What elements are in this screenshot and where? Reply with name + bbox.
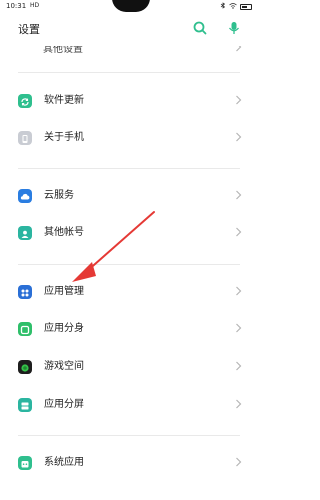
search-icon[interactable] — [192, 20, 208, 36]
app-grid-icon — [18, 285, 32, 299]
chevron-right-icon — [235, 132, 242, 142]
settings-item-system-apps[interactable]: 系统应用 — [0, 446, 258, 484]
chevron-right-icon — [235, 95, 242, 105]
chevron-right-icon — [235, 46, 242, 52]
settings-item-label: 系统应用 — [44, 457, 84, 468]
status-bar: 10:31 HD — [0, 0, 258, 12]
settings-item-label: 软件更新 — [44, 95, 84, 106]
settings-item-label: 应用管理 — [44, 286, 84, 297]
chevron-right-icon — [235, 190, 242, 200]
chevron-right-icon — [235, 286, 242, 296]
settings-item-label: 游戏空间 — [44, 361, 84, 372]
settings-item-other-accounts[interactable]: 其他帐号 — [0, 216, 258, 254]
phone-info-icon — [18, 131, 32, 145]
status-time: 10:31 — [6, 2, 27, 10]
network-indicator: HD — [30, 2, 40, 9]
settings-item-cloud-service[interactable]: 云服务 — [0, 179, 258, 217]
section-divider — [18, 264, 240, 265]
battery-icon — [240, 3, 252, 10]
split-screen-icon — [18, 398, 32, 412]
settings-item-split-screen[interactable]: 应用分屏 — [0, 388, 258, 426]
settings-item-label: 关于手机 — [44, 132, 84, 143]
chevron-right-icon — [235, 323, 242, 333]
settings-item-label: 其他帐号 — [44, 227, 84, 238]
settings-item-about-phone[interactable]: 关于手机 — [0, 121, 258, 159]
settings-item-app-management[interactable]: 应用管理 — [0, 275, 258, 313]
game-space-icon — [18, 360, 32, 374]
settings-item-software-update[interactable]: 软件更新 — [0, 84, 258, 122]
microphone-icon[interactable] — [226, 20, 242, 36]
settings-item-partial[interactable]: 其他设置 — [0, 46, 258, 60]
system-apps-icon — [18, 456, 32, 470]
chevron-right-icon — [235, 457, 242, 467]
chevron-right-icon — [235, 361, 242, 371]
cloud-icon — [18, 189, 32, 203]
app-header: 设置 — [0, 12, 258, 46]
status-icons — [220, 2, 252, 11]
camera-notch — [112, 0, 150, 12]
chevron-right-icon — [235, 399, 242, 409]
section-divider — [18, 72, 240, 73]
account-icon — [18, 226, 32, 240]
update-icon — [18, 94, 32, 108]
settings-item-app-clone[interactable]: 应用分身 — [0, 312, 258, 350]
settings-item-label: 云服务 — [44, 190, 74, 201]
chevron-right-icon — [235, 227, 242, 237]
section-divider — [18, 435, 240, 436]
settings-item-label: 应用分屏 — [44, 399, 84, 410]
page-title: 设置 — [18, 23, 40, 36]
wifi-icon — [229, 2, 237, 11]
app-clone-icon — [18, 322, 32, 336]
section-divider — [18, 168, 240, 169]
settings-item-label: 应用分身 — [44, 323, 84, 334]
bluetooth-icon — [220, 2, 226, 11]
settings-item-game-space[interactable]: 游戏空间 — [0, 350, 258, 388]
settings-item-label: 其他设置 — [43, 46, 83, 55]
